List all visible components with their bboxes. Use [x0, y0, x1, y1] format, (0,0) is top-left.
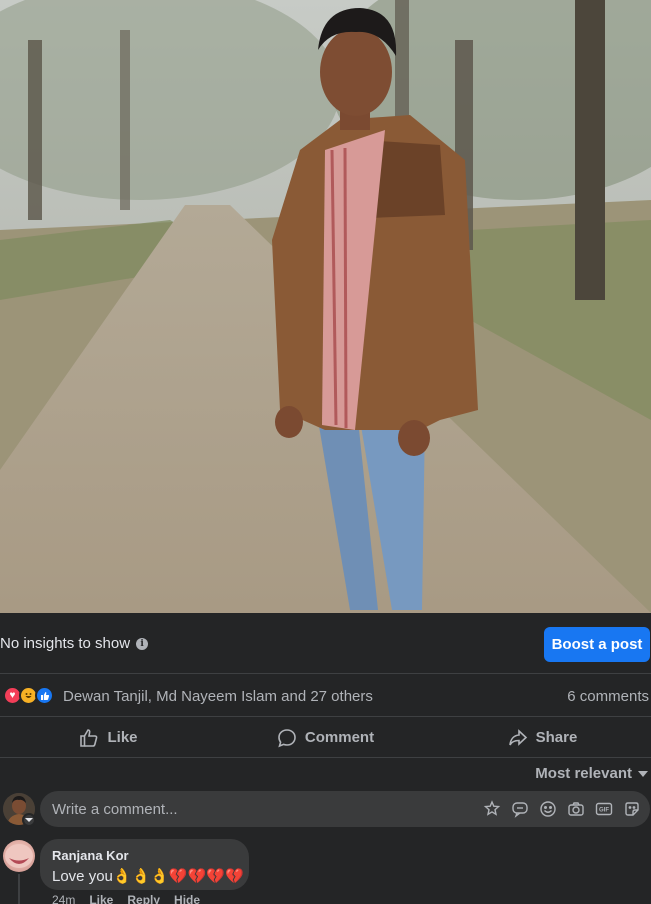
post-actions: Like Comment Share: [0, 718, 651, 758]
post-photo[interactable]: [0, 0, 651, 613]
composer-tools: GIF: [482, 799, 642, 819]
comment-bubble: Ranjana Kor Love you👌👌👌💔💔💔💔: [40, 839, 249, 890]
camera-icon[interactable]: [566, 799, 586, 819]
comment-button[interactable]: Comment: [217, 718, 434, 757]
share-label: Share: [535, 729, 578, 746]
share-arrow-icon: [508, 728, 527, 746]
comment-reply-link[interactable]: Reply: [127, 893, 160, 904]
svg-text:GIF: GIF: [599, 808, 609, 814]
boost-post-button[interactable]: Boost a post: [544, 627, 650, 662]
like-button[interactable]: Like: [0, 718, 217, 757]
caret-down-icon: [638, 770, 648, 777]
reactions-summary: ♥ Dewan Tanjil, Md Nayeem Islam and 27 o…: [0, 675, 651, 717]
insights-status: No insights to show i: [0, 635, 149, 652]
like-label: Like: [107, 729, 138, 746]
comment-label: Comment: [304, 729, 375, 746]
reaction-names[interactable]: Dewan Tanjil, Md Nayeem Islam and 27 oth…: [63, 688, 373, 705]
insights-text: No insights to show: [0, 635, 131, 652]
comment-like-link[interactable]: Like: [89, 893, 113, 904]
reaction-icons[interactable]: ♥: [3, 686, 54, 705]
comment-bubble-icon: [278, 728, 296, 747]
emoji-icon[interactable]: [538, 799, 558, 819]
comment-meta: 24m Like Reply Hide: [52, 893, 200, 904]
avatar-sticker-icon[interactable]: [482, 799, 502, 819]
like-reaction-icon: [35, 686, 54, 705]
sort-label: Most relevant: [535, 765, 632, 782]
thumbs-up-icon: [80, 728, 98, 747]
comments-count[interactable]: 6 comments: [567, 688, 649, 705]
comment-text: Love you👌👌👌💔💔💔💔: [52, 868, 244, 885]
info-icon[interactable]: i: [136, 637, 149, 650]
comment-hide-link[interactable]: Hide: [174, 893, 200, 904]
sticker-icon[interactable]: [622, 799, 642, 819]
comment-placeholder: Write a comment...: [52, 801, 178, 818]
share-button[interactable]: Share: [434, 718, 651, 757]
profile-switch-icon[interactable]: [22, 813, 36, 827]
chat-sticker-icon[interactable]: [510, 799, 530, 819]
gif-icon[interactable]: GIF: [594, 799, 614, 819]
insights-bar: No insights to show i Boost a post: [0, 613, 651, 674]
comment-input[interactable]: Write a comment... GIF: [40, 791, 650, 827]
comment-time[interactable]: 24m: [52, 893, 75, 904]
comment-sort-dropdown[interactable]: Most relevant: [535, 765, 648, 782]
comment-author[interactable]: Ranjana Kor: [52, 848, 129, 863]
commenter-avatar[interactable]: [3, 840, 35, 872]
thread-line: [18, 874, 20, 904]
